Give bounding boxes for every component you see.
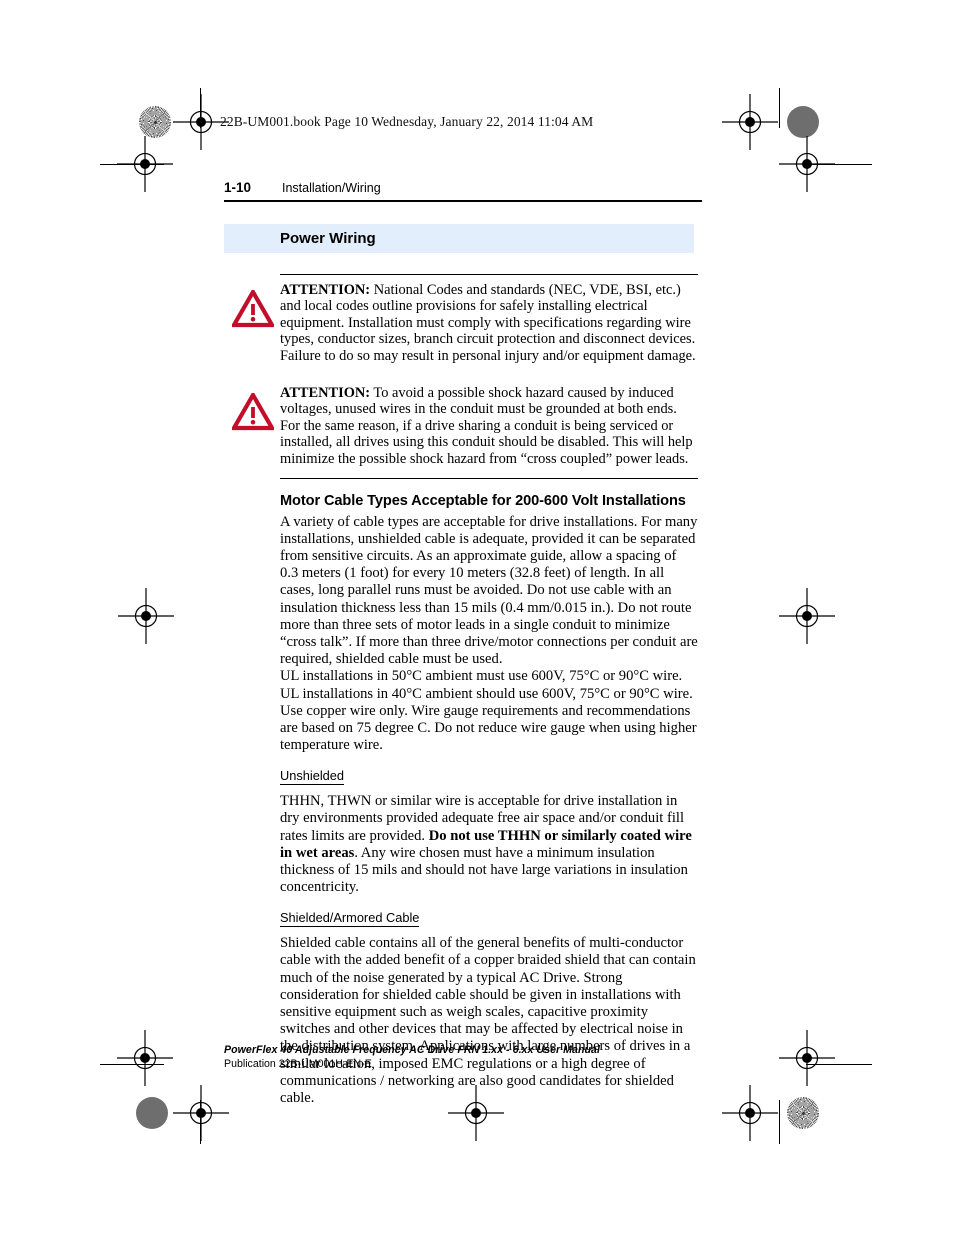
- book-file-info-line: 22B-UM001.book Page 10 Wednesday, Januar…: [220, 114, 594, 129]
- solid-registration-dot-bottom-left: [136, 1097, 168, 1129]
- subsection-heading-wrap: Shielded/Armored Cable: [280, 896, 698, 935]
- attention-rule-bottom: [280, 477, 698, 479]
- warning-triangle-icon: [224, 282, 280, 365]
- attention-notices: ATTENTION: National Codes and standards …: [224, 273, 702, 479]
- running-head-rule: [224, 200, 702, 202]
- registration-mark-top-right: [722, 94, 778, 150]
- registration-mark-lower-right-corner: [779, 1030, 835, 1086]
- body-column: Motor Cable Types Acceptable for 200-600…: [280, 493, 698, 1108]
- trim-line-bottom-left: [100, 1064, 164, 1065]
- solid-registration-dot-top-right: [787, 106, 819, 138]
- page-footer: PowerFlex 40 Adjustable Frequency AC Dri…: [224, 1044, 694, 1070]
- attention-notice: ATTENTION: National Codes and standards …: [224, 275, 702, 371]
- halftone-registration-dot-bottom-right: [787, 1097, 819, 1129]
- section-title: Power Wiring: [280, 229, 376, 247]
- attention-notice: ATTENTION: To avoid a possible shock haz…: [224, 371, 702, 474]
- attention-label: ATTENTION:: [280, 281, 371, 298]
- subsection-heading-unshielded: Unshielded: [280, 768, 345, 786]
- attention-text: ATTENTION: National Codes and standards …: [280, 282, 702, 365]
- registration-mark-bottom-left: [173, 1085, 229, 1141]
- document-page: 22B-UM001.book Page 10 Wednesday, Januar…: [0, 0, 954, 1235]
- trim-line-right-bottom: [779, 1100, 780, 1144]
- trim-line-right-top: [779, 88, 780, 128]
- registration-mark-bottom-right: [722, 1085, 778, 1141]
- footer-manual-title: PowerFlex 40 Adjustable Frequency AC Dri…: [224, 1044, 600, 1056]
- subsection-paragraph-shielded: Shielded cable contains all of the gener…: [280, 935, 698, 1107]
- trim-line-bottom-right: [806, 1064, 872, 1065]
- trim-line-left-bottom: [200, 1100, 201, 1144]
- warning-triangle-icon: [224, 385, 280, 468]
- page-number: 1-10: [224, 180, 252, 195]
- subsection-paragraph-unshielded: THHN, THWN or similar wire is acceptable…: [280, 793, 698, 896]
- subsection-heading-shielded: Shielded/Armored Cable: [280, 910, 420, 928]
- attention-text: ATTENTION: To avoid a possible shock haz…: [280, 385, 702, 468]
- footer-publication-number: Publication 22B-UM001H-EN-E: [224, 1058, 372, 1070]
- trim-line-top-right: [806, 164, 872, 165]
- main-heading: Motor Cable Types Acceptable for 200-600…: [280, 492, 686, 509]
- body-paragraph-2: UL installations in 50°C ambient must us…: [280, 668, 697, 754]
- halftone-registration-dot-top-left: [139, 106, 171, 138]
- trim-line-top-left: [100, 164, 164, 165]
- trim-line-left-top: [200, 88, 201, 128]
- body-paragraph-1: A variety of cable types are acceptable …: [280, 513, 698, 668]
- registration-mark-mid-left: [118, 588, 174, 644]
- chapter-title: Installation/Wiring: [282, 181, 381, 195]
- subsection-heading-wrap: Unshielded: [280, 754, 698, 793]
- attention-label: ATTENTION:: [280, 384, 371, 401]
- registration-mark-mid-right: [779, 588, 835, 644]
- running-head: 1-10 Installation/Wiring: [224, 180, 702, 195]
- page-content: 1-10 Installation/Wiring Power Wiring AT…: [224, 180, 702, 1107]
- section-heading-band: Power Wiring: [224, 223, 694, 253]
- text-segment: Shielded cable contains all of the gener…: [280, 935, 696, 1107]
- registration-mark-lower-left-corner: [117, 1030, 173, 1086]
